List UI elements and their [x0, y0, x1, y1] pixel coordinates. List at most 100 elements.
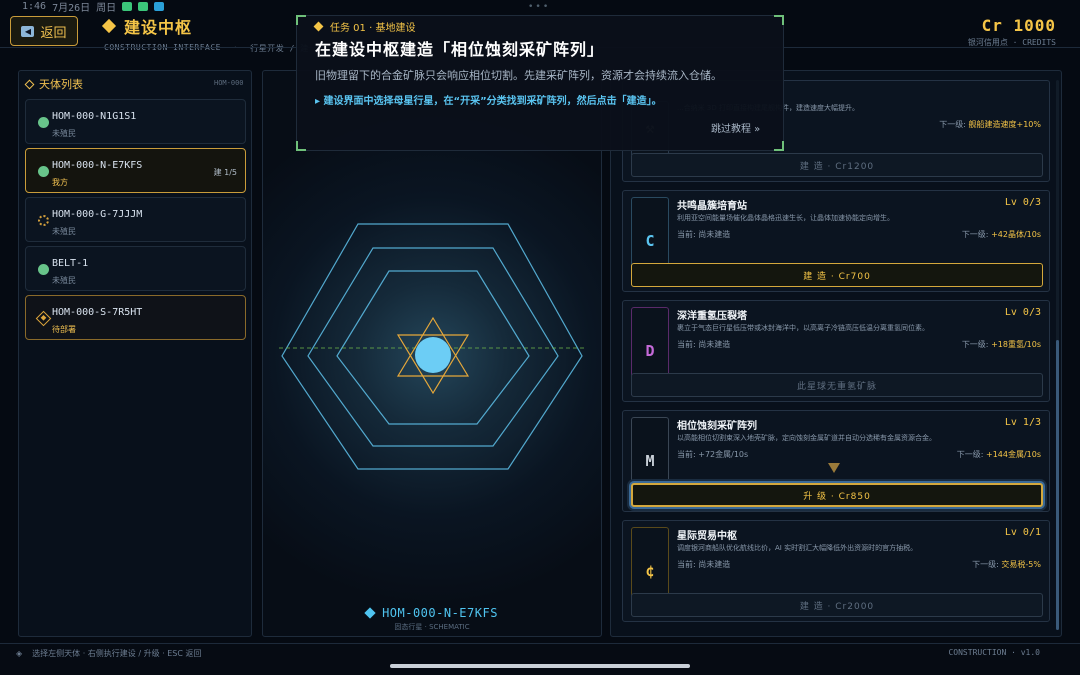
planet-icon: [38, 117, 49, 128]
tutorial-desc: 旧物理留下的合金矿脉只会响应相位切割。先建采矿阵列，资源才会持续流入仓储。: [315, 69, 722, 82]
tutorial-hint: ▸ 建设界面中选择母星行星，在“开采”分类找到采矿阵列，然后点击「建造」。: [315, 96, 662, 107]
title-block: 建设中枢 CONSTRUCTION INTERFACE · 行星开发 / 建: [101, 14, 309, 54]
celestial-status: 我方: [52, 178, 68, 187]
building-desc: 调度银河商船队优化航线比价，AI 实时割汇大幅降低外出资源时的官方抽税。: [677, 544, 918, 552]
next-label: 下一级:: [972, 560, 999, 569]
building-desc: 利用亚空间能量场催化晶体晶格迅速生长，让晶体加速协能定向增生。: [677, 214, 894, 222]
corner-bracket: [774, 141, 784, 151]
building-name: 深洋重氢压裂塔: [677, 311, 747, 322]
building-level: Lv 0/3: [1004, 197, 1041, 208]
celestial-status: 未殖民: [52, 227, 76, 236]
selected-body-label: HOM-000-N-E7KFS 固态行星 · SCHEMATIC: [262, 606, 602, 632]
celestial-status: 未殖民: [52, 129, 76, 138]
selected-body-sub: 固态行星 · SCHEMATIC: [394, 623, 470, 631]
pointer-arrow-icon: [828, 463, 840, 473]
next-value: +42晶体/10s: [991, 230, 1041, 239]
diamond-outline-icon: [24, 79, 35, 89]
credits-value: Cr 1000: [981, 16, 1056, 35]
target-icon: ◈: [16, 649, 23, 658]
next-value: +144金属/10s: [985, 450, 1041, 459]
building-next: 下一级: +18重氢/10s: [962, 339, 1041, 350]
building-card-mining: M 相位蚀刻采矿阵列 Lv 1/3 以高能相位切割束深入地壳矿脉，定向蚀刻金属矿…: [622, 410, 1050, 512]
planet-icon: [38, 166, 49, 177]
celestial-item-1[interactable]: HOM-000-N1G1S1 未殖民: [25, 99, 246, 144]
selected-body-name: HOM-000-N-E7KFS: [262, 606, 602, 620]
celestial-status: 未殖民: [52, 276, 76, 285]
building-current: 当前: 尚未建造: [677, 230, 731, 239]
next-label: 下一级:: [961, 340, 989, 349]
corner-bracket: [296, 141, 306, 151]
building-level: Lv 0/1: [1004, 527, 1041, 538]
tutorial-tag-text: 任务 01 · 基地建设: [330, 23, 416, 34]
upgrade-button[interactable]: 升 级 · Cr850: [631, 483, 1043, 507]
scrollbar-thumb[interactable]: [1056, 340, 1059, 630]
building-name: 相位蚀刻采矿阵列: [677, 421, 757, 432]
building-level: Lv 0/3: [1004, 307, 1041, 318]
corner-bracket: [296, 15, 306, 25]
next-label: 下一级:: [939, 120, 966, 129]
celestial-list-title: 天体列表: [39, 78, 83, 91]
diamond-icon: [364, 607, 376, 619]
back-button[interactable]: ◀ 返回: [10, 16, 78, 46]
building-desc: 以高能相位切割束深入地壳矿脉，定向蚀刻金属矿道并自动分选稀有金属资源合金。: [677, 434, 936, 442]
credits-display: Cr 1000 银河信用点 · CREDITS: [968, 16, 1056, 48]
building-name: 星际贸易中枢: [677, 531, 737, 542]
celestial-name: BELT-1: [52, 258, 89, 269]
building-next: 下一级: 交易税-5%: [972, 559, 1041, 570]
selected-body-name-text: HOM-000-N-E7KFS: [382, 606, 498, 620]
diamond-icon: [313, 21, 324, 32]
next-value: 舰船建造速度+10%: [968, 120, 1041, 129]
building-card-crystal: C 共鸣晶簇培育站 Lv 0/3 利用亚空间能量场催化晶体晶格迅速生长，让晶体加…: [622, 190, 1050, 292]
build-button-disabled: 此星球无重氢矿脉: [631, 373, 1043, 397]
ring-planet-icon: [38, 215, 49, 226]
planet-schematic: [279, 223, 585, 470]
footer-hint-text: 选择左侧天体 · 右侧执行建设 / 升级 · ESC 返回: [32, 649, 202, 658]
celestial-item-3[interactable]: HOM-000-G-7JJJM 未殖民: [25, 197, 246, 242]
build-count: 建 1/5: [213, 168, 237, 177]
schematic-panel: [262, 70, 602, 637]
system-code: HOM-000: [214, 79, 244, 87]
celestial-name: HOM-000-S-7R5HT: [52, 307, 143, 318]
asteroid-belt-icon: [38, 264, 49, 275]
building-current: 当前: +72金属/10s: [677, 450, 749, 459]
diamond-icon: [101, 18, 117, 34]
next-label: 下一级:: [961, 230, 989, 239]
building-next: 下一级: 舰船建造速度+10%: [939, 119, 1041, 130]
build-button[interactable]: 建 造 · Cr2000: [631, 593, 1043, 617]
celestial-name: HOM-000-N1G1S1: [52, 111, 137, 122]
building-current: 当前: 尚未建造: [677, 340, 731, 349]
tutorial-tag: 任务 01 · 基地建设: [313, 19, 416, 34]
build-button[interactable]: 建 造 · Cr1200: [631, 153, 1043, 177]
skip-tutorial-button[interactable]: 跳过教程 »: [711, 120, 760, 135]
next-value: 交易税-5%: [1001, 560, 1041, 569]
station-icon: [35, 310, 52, 327]
celestial-item-2[interactable]: HOM-000-N-E7KFS 我方 建 1/5: [25, 148, 246, 193]
back-arrow-icon: ◀: [21, 25, 35, 37]
build-button[interactable]: 建 造 · Cr700: [631, 263, 1043, 287]
building-card-trade: ¢ 星际贸易中枢 Lv 0/1 调度银河商船队优化航线比价，AI 实时割汇大幅降…: [622, 520, 1050, 622]
page-title: 建设中枢: [101, 14, 309, 38]
building-level: Lv 1/3: [1004, 417, 1041, 428]
footer-hint: ◈ 选择左侧天体 · 右侧执行建设 / 升级 · ESC 返回: [16, 648, 201, 659]
celestial-name: HOM-000-N-E7KFS: [52, 160, 143, 171]
page-subtitle: CONSTRUCTION INTERFACE: [104, 43, 221, 54]
building-next: 下一级: +144金属/10s: [957, 449, 1041, 460]
tutorial-popup: 任务 01 · 基地建设 在建设中枢建造「相位蚀刻采矿阵列」 旧物理留下的合金矿…: [296, 15, 784, 151]
back-label: 返回: [40, 25, 67, 41]
celestial-name: HOM-000-G-7JJJM: [52, 209, 143, 220]
planet-core: [415, 337, 451, 373]
celestial-status: 待部署: [52, 325, 76, 334]
footer-version: CONSTRUCTION · v1.0: [948, 648, 1040, 657]
subtitle-row: CONSTRUCTION INTERFACE · 行星开发 / 建: [104, 43, 309, 54]
corner-bracket: [774, 15, 784, 25]
home-indicator[interactable]: [390, 664, 690, 668]
celestial-item-4[interactable]: BELT-1 未殖民: [25, 246, 246, 291]
building-card-deuterium: D 深洋重氢压裂塔 Lv 0/3 裹立于气态巨行星低压带或冰封海洋中，以高离子冷…: [622, 300, 1050, 402]
next-value: +18重氢/10s: [991, 340, 1041, 349]
building-desc: 裹立于气态巨行星低压带或冰封海洋中，以高离子冷链高压低温分离重氢同位素。: [677, 324, 929, 332]
building-name: 共鸣晶簇培育站: [677, 201, 747, 212]
celestial-item-5[interactable]: HOM-000-S-7R5HT 待部署: [25, 295, 246, 340]
tutorial-title: 在建设中枢建造「相位蚀刻采矿阵列」: [315, 40, 605, 59]
page-title-text: 建设中枢: [124, 18, 193, 37]
next-label: 下一级:: [956, 450, 984, 459]
